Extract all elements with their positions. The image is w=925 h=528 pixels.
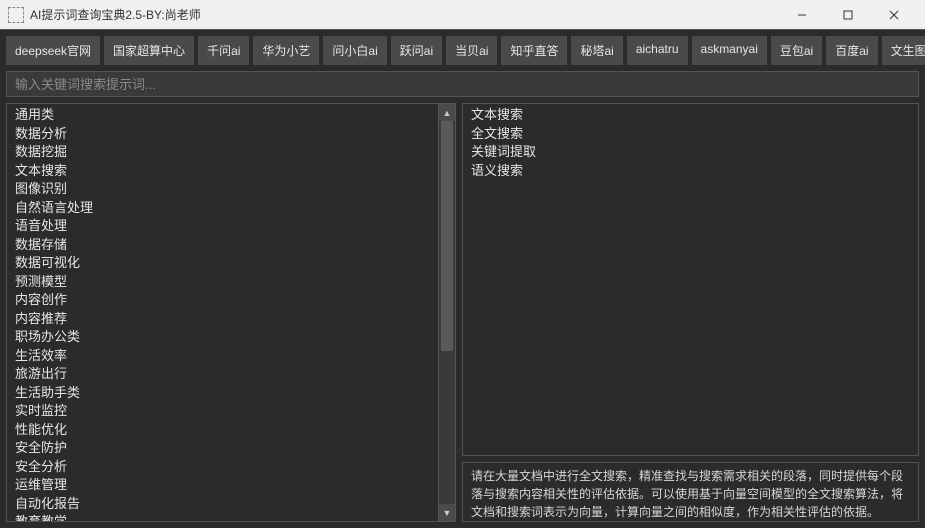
category-item[interactable]: 数据存储	[7, 236, 455, 255]
search-bar[interactable]	[6, 71, 919, 97]
category-item[interactable]: 安全分析	[7, 458, 455, 477]
search-input[interactable]	[15, 77, 910, 92]
app-icon	[8, 7, 24, 23]
category-item[interactable]: 图像识别	[7, 180, 455, 199]
detail-panel: 请在大量文档中进行全文搜索，精准查找与搜索需求相关的段落，同时提供每个段落与搜索…	[462, 462, 919, 522]
sub-item-panel: 文本搜索全文搜索关键词提取语义搜索	[462, 103, 919, 456]
category-item[interactable]: 内容创作	[7, 291, 455, 310]
category-item[interactable]: 数据可视化	[7, 254, 455, 273]
tab-item[interactable]: 豆包ai	[771, 36, 822, 65]
scroll-track[interactable]	[439, 121, 455, 504]
sub-item[interactable]: 文本搜索	[463, 106, 918, 125]
category-list: 通用类数据分析数据挖掘文本搜索图像识别自然语言处理语音处理数据存储数据可视化预测…	[7, 104, 455, 521]
sub-item[interactable]: 全文搜索	[463, 125, 918, 144]
tab-item[interactable]: 秘塔ai	[571, 36, 622, 65]
category-item[interactable]: 数据分析	[7, 125, 455, 144]
category-item[interactable]: 通用类	[7, 106, 455, 125]
tab-item[interactable]: 百度ai	[826, 36, 877, 65]
category-item[interactable]: 自然语言处理	[7, 199, 455, 218]
category-item[interactable]: 生活效率	[7, 347, 455, 366]
category-item[interactable]: 运维管理	[7, 476, 455, 495]
tab-item[interactable]: 华为小艺	[253, 36, 319, 65]
tab-item[interactable]: askmanyai	[692, 36, 767, 65]
category-item[interactable]: 自动化报告	[7, 495, 455, 514]
tab-item[interactable]: 问小白ai	[323, 36, 386, 65]
maximize-button[interactable]	[825, 0, 871, 30]
close-button[interactable]	[871, 0, 917, 30]
tab-item[interactable]: aichatru	[627, 36, 688, 65]
tab-item[interactable]: 知乎直答	[501, 36, 567, 65]
tab-item[interactable]: 跃问ai	[391, 36, 442, 65]
tab-item[interactable]: 文生图	[882, 36, 925, 65]
category-item[interactable]: 性能优化	[7, 421, 455, 440]
window-title: AI提示词查询宝典2.5-BY:尚老师	[30, 6, 201, 23]
category-item[interactable]: 生活助手类	[7, 384, 455, 403]
sub-item-list: 文本搜索全文搜索关键词提取语义搜索	[463, 104, 918, 182]
tab-item[interactable]: 千问ai	[198, 36, 249, 65]
sub-item[interactable]: 语义搜索	[463, 162, 918, 181]
minimize-button[interactable]	[779, 0, 825, 30]
category-item[interactable]: 内容推荐	[7, 310, 455, 329]
scrollbar[interactable]: ▲ ▼	[438, 104, 455, 521]
category-item[interactable]: 旅游出行	[7, 365, 455, 384]
tab-item[interactable]: 当贝ai	[446, 36, 497, 65]
category-item[interactable]: 文本搜索	[7, 162, 455, 181]
category-item[interactable]: 教育教学	[7, 513, 455, 521]
category-item[interactable]: 预测模型	[7, 273, 455, 292]
scroll-up-button[interactable]: ▲	[439, 104, 455, 121]
scroll-thumb[interactable]	[441, 121, 453, 351]
tab-bar: deepseek官网国家超算中心千问ai华为小艺问小白ai跃问ai当贝ai知乎直…	[0, 30, 925, 69]
sub-item[interactable]: 关键词提取	[463, 143, 918, 162]
title-bar: AI提示词查询宝典2.5-BY:尚老师	[0, 0, 925, 30]
tab-item[interactable]: deepseek官网	[6, 36, 100, 65]
scroll-down-button[interactable]: ▼	[439, 504, 455, 521]
category-item[interactable]: 数据挖掘	[7, 143, 455, 162]
category-item[interactable]: 语音处理	[7, 217, 455, 236]
category-item[interactable]: 安全防护	[7, 439, 455, 458]
category-item[interactable]: 实时监控	[7, 402, 455, 421]
detail-text: 请在大量文档中进行全文搜索，精准查找与搜索需求相关的段落，同时提供每个段落与搜索…	[471, 469, 903, 519]
tab-item[interactable]: 国家超算中心	[104, 36, 194, 65]
category-panel: 通用类数据分析数据挖掘文本搜索图像识别自然语言处理语音处理数据存储数据可视化预测…	[6, 103, 456, 522]
category-item[interactable]: 职场办公类	[7, 328, 455, 347]
